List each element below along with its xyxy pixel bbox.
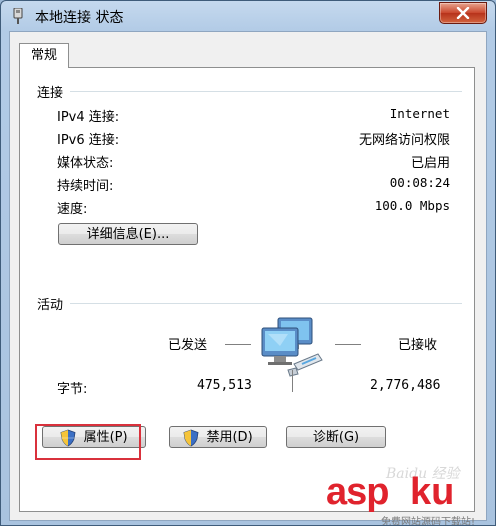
media-state-label: 媒体状态: xyxy=(57,156,114,171)
activity-group-divider xyxy=(70,303,462,304)
network-computers-icon xyxy=(261,317,323,377)
details-button[interactable]: 详细信息(E)... xyxy=(58,223,198,245)
title-bar[interactable]: 本地连接 状态 xyxy=(1,1,495,31)
watermark-brand-b: ku xyxy=(410,471,455,513)
duration-value: 00:08:24 xyxy=(389,175,450,190)
status-window: 本地连接 状态 常规 连接 IPv4 连接: Internet IPv6 连接:… xyxy=(0,0,496,526)
bytes-sent-value: 475,513 xyxy=(197,378,252,393)
watermark: Baidu 经验 asp ku 免费网站源码下载站! xyxy=(326,466,495,526)
details-button-label: 详细信息(E)... xyxy=(86,227,170,242)
network-adapter-icon xyxy=(13,8,23,24)
tab-general[interactable]: 常规 xyxy=(19,43,69,68)
received-label: 已接收 xyxy=(398,338,438,353)
ipv6-label: IPv6 连接: xyxy=(57,133,120,148)
diagnose-button-label: 诊断(G) xyxy=(312,430,360,445)
ipv4-label: IPv4 连接: xyxy=(57,110,120,125)
duration-label: 持续时间: xyxy=(57,179,114,194)
bytes-label: 字节: xyxy=(57,382,88,397)
media-state-value: 已启用 xyxy=(410,156,450,171)
sent-connector-line xyxy=(225,344,251,345)
watermark-subtitle: 免费网站源码下载站! xyxy=(381,517,476,526)
ipv4-value: Internet xyxy=(389,106,450,121)
diagnose-button[interactable]: 诊断(G) xyxy=(286,426,386,448)
bytes-received-value: 2,776,486 xyxy=(370,378,441,393)
ipv6-value: 无网络访问权限 xyxy=(358,133,450,148)
activity-divider-line xyxy=(292,370,293,392)
window-title: 本地连接 状态 xyxy=(35,10,124,26)
activity-group-title: 活动 xyxy=(37,298,64,313)
close-button[interactable] xyxy=(439,2,487,24)
speed-label: 速度: xyxy=(57,202,88,217)
connection-group-divider xyxy=(70,91,462,92)
received-connector-line xyxy=(335,344,361,345)
uac-shield-icon xyxy=(183,429,199,447)
connection-group-title: 连接 xyxy=(37,86,64,101)
properties-highlight-box xyxy=(35,424,141,460)
watermark-brand-a: asp xyxy=(326,471,389,513)
disable-button-label: 禁用(D) xyxy=(206,430,253,445)
speed-value: 100.0 Mbps xyxy=(374,198,450,213)
close-icon xyxy=(456,7,470,19)
disable-button[interactable]: 禁用(D) xyxy=(169,426,267,448)
sent-label: 已发送 xyxy=(168,338,208,353)
